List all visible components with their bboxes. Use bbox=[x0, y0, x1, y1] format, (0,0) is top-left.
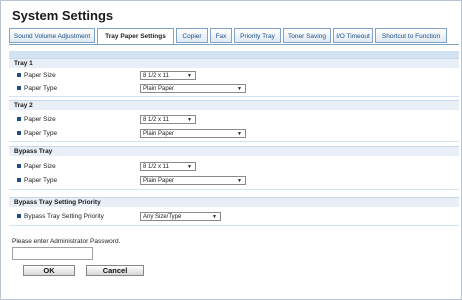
tray1-paper-type-row: Paper Type Plain Paper ▼ bbox=[9, 83, 459, 94]
paper-size-label: Paper Size bbox=[17, 162, 56, 171]
tray2-paper-size-row: Paper Size 8 1/2 x 11 ▼ bbox=[9, 114, 459, 125]
paper-size-label-text: Paper Size bbox=[24, 72, 56, 79]
bullet-icon bbox=[17, 214, 21, 219]
section-title-tray2: Tray 2 bbox=[9, 100, 459, 110]
bypass-paper-size-select[interactable]: 8 1/2 x 11 ▼ bbox=[140, 162, 196, 171]
ok-button[interactable]: OK bbox=[23, 265, 75, 276]
tray1-paper-size-select[interactable]: 8 1/2 x 11 ▼ bbox=[140, 71, 196, 80]
paper-type-label-text: Paper Type bbox=[24, 130, 58, 137]
paper-type-label: Paper Type bbox=[17, 84, 57, 93]
settings-window: System Settings Sound Volume Adjustment … bbox=[0, 0, 462, 300]
tray2-paper-type-value: Plain Paper bbox=[143, 131, 175, 137]
section-title-bypass-priority: Bypass Tray Setting Priority bbox=[9, 197, 459, 207]
tab-io-timeout[interactable]: I/O Timeout bbox=[333, 28, 373, 43]
tab-sound-volume-adjustment[interactable]: Sound Volume Adjustment bbox=[9, 28, 95, 43]
bullet-icon bbox=[17, 131, 21, 136]
tray2-paper-size-value: 8 1/2 x 11 bbox=[143, 117, 169, 123]
tab-priority-tray[interactable]: Priority Tray bbox=[234, 28, 281, 43]
paper-type-label-text: Paper Type bbox=[24, 177, 58, 184]
section-title-tray1: Tray 1 bbox=[9, 58, 459, 68]
tab-shortcut-to-function[interactable]: Shortcut to Function bbox=[375, 28, 447, 43]
dropdown-arrow-icon: ▼ bbox=[237, 86, 242, 92]
bullet-icon bbox=[17, 73, 21, 78]
bypass-priority-value: Any Size/Type bbox=[143, 214, 182, 220]
dropdown-arrow-icon: ▼ bbox=[212, 214, 217, 220]
bullet-icon bbox=[17, 164, 21, 169]
section-title-bypass-tray: Bypass Tray bbox=[9, 146, 459, 156]
bullet-icon bbox=[17, 117, 21, 122]
tab-underline bbox=[9, 44, 459, 45]
tray2-paper-size-select[interactable]: 8 1/2 x 11 ▼ bbox=[140, 115, 196, 124]
paper-size-label-text: Paper Size bbox=[24, 116, 56, 123]
bypass-paper-size-row: Paper Size 8 1/2 x 11 ▼ bbox=[9, 161, 459, 172]
page-title: System Settings bbox=[12, 8, 114, 23]
bypass-priority-select[interactable]: Any Size/Type ▼ bbox=[140, 212, 221, 221]
bypass-paper-size-value: 8 1/2 x 11 bbox=[143, 164, 169, 170]
password-prompt: Please enter Administrator Password. bbox=[12, 238, 121, 245]
tray1-paper-size-value: 8 1/2 x 11 bbox=[143, 73, 169, 79]
tray2-paper-type-row: Paper Type Plain Paper ▼ bbox=[9, 128, 459, 139]
bullet-icon bbox=[17, 86, 21, 91]
dropdown-arrow-icon: ▼ bbox=[187, 164, 192, 170]
tab-fax[interactable]: Fax bbox=[210, 28, 232, 43]
paper-size-label: Paper Size bbox=[17, 115, 56, 124]
dropdown-arrow-icon: ▼ bbox=[237, 178, 242, 184]
bypass-priority-row: Bypass Tray Setting Priority Any Size/Ty… bbox=[9, 211, 459, 222]
tab-bar: Sound Volume Adjustment Tray Paper Setti… bbox=[9, 28, 459, 45]
bypass-paper-type-row: Paper Type Plain Paper ▼ bbox=[9, 175, 459, 186]
bullet-icon bbox=[17, 178, 21, 183]
tray2-paper-type-select[interactable]: Plain Paper ▼ bbox=[140, 129, 246, 138]
paper-size-label: Paper Size bbox=[17, 71, 56, 80]
cancel-button[interactable]: Cancel bbox=[86, 265, 144, 276]
paper-type-label: Paper Type bbox=[17, 176, 57, 185]
tray1-paper-size-row: Paper Size 8 1/2 x 11 ▼ bbox=[9, 70, 459, 81]
bypass-paper-type-select[interactable]: Plain Paper ▼ bbox=[140, 176, 246, 185]
dropdown-arrow-icon: ▼ bbox=[187, 117, 192, 123]
tab-copier[interactable]: Copier bbox=[176, 28, 208, 43]
paper-type-label-text: Paper Type bbox=[24, 85, 58, 92]
paper-type-label: Paper Type bbox=[17, 129, 57, 138]
dropdown-arrow-icon: ▼ bbox=[237, 131, 242, 137]
tray1-paper-type-value: Plain Paper bbox=[143, 86, 175, 92]
tray1-paper-type-select[interactable]: Plain Paper ▼ bbox=[140, 84, 246, 93]
divider bbox=[9, 189, 459, 190]
divider bbox=[9, 225, 459, 226]
bypass-paper-type-value: Plain Paper bbox=[143, 178, 175, 184]
bypass-priority-label: Bypass Tray Setting Priority bbox=[17, 212, 104, 221]
dropdown-arrow-icon: ▼ bbox=[187, 73, 192, 79]
divider bbox=[9, 96, 459, 97]
tab-toner-saving[interactable]: Toner Saving bbox=[283, 28, 331, 43]
divider bbox=[9, 141, 459, 142]
paper-size-label-text: Paper Size bbox=[24, 163, 56, 170]
admin-password-input[interactable] bbox=[12, 247, 93, 260]
bypass-priority-label-text: Bypass Tray Setting Priority bbox=[24, 213, 104, 220]
tab-tray-paper-settings[interactable]: Tray Paper Settings bbox=[97, 28, 174, 45]
